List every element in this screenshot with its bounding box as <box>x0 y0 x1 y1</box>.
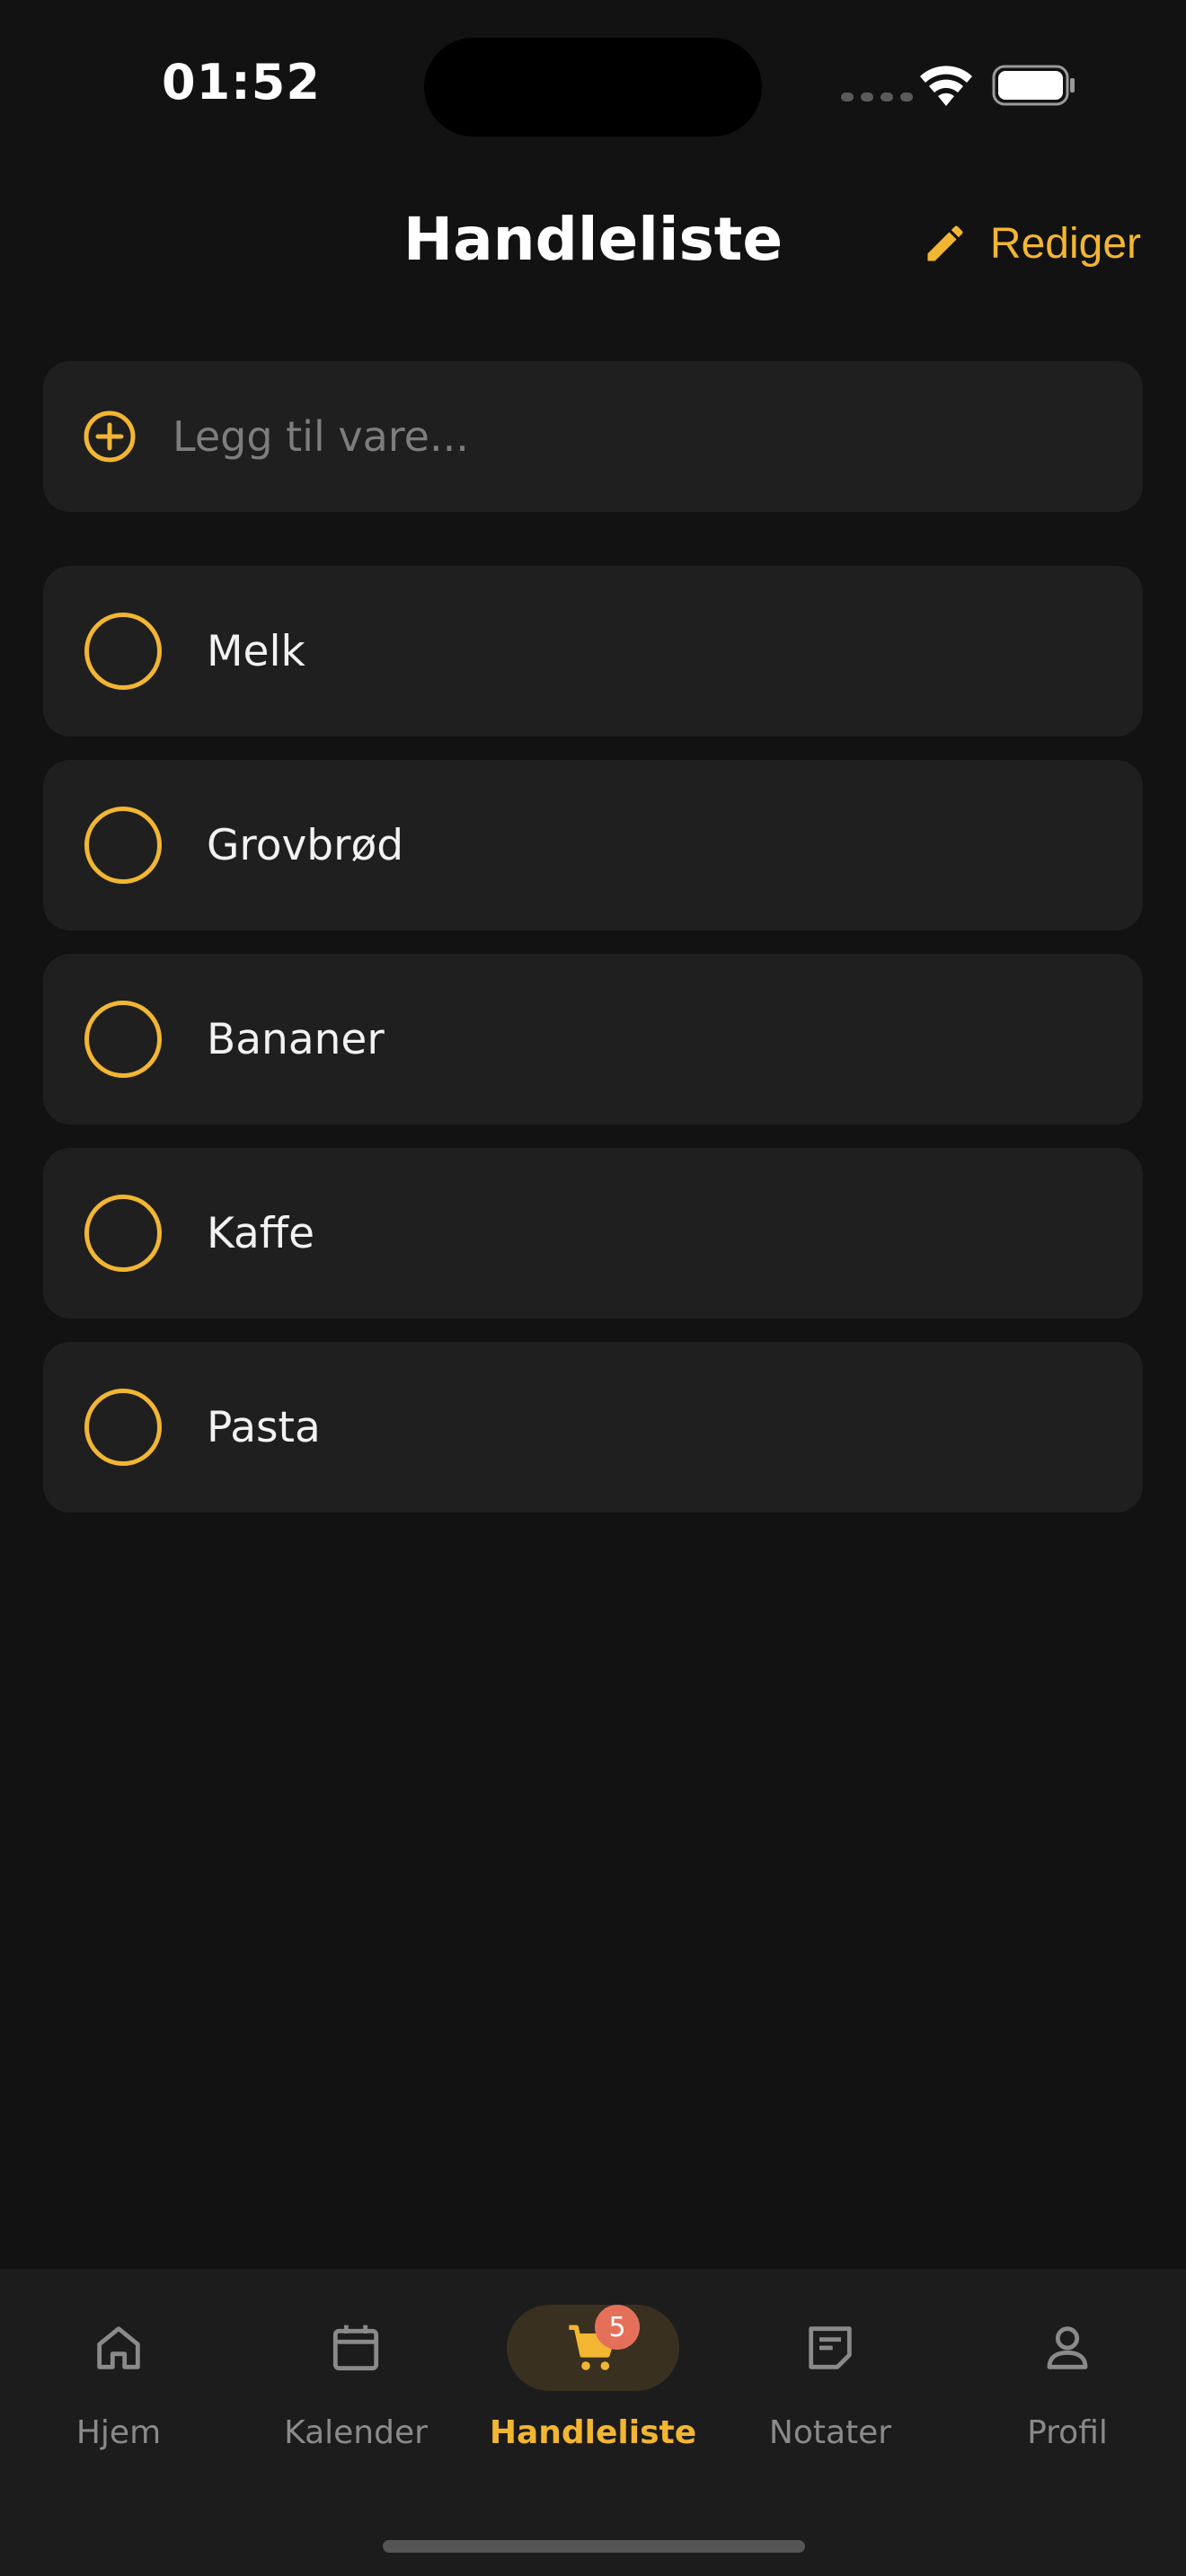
tab-label: Kalender <box>284 2414 428 2451</box>
list-item[interactable]: Melk <box>43 566 1143 737</box>
cart-count-badge: 5 <box>595 2305 640 2350</box>
note-icon <box>809 2326 852 2369</box>
list-item[interactable]: Pasta <box>43 1342 1143 1513</box>
tab-shopping-list[interactable]: 5 Handleliste <box>485 2305 701 2475</box>
tab-label: Profil <box>1027 2414 1108 2451</box>
tab-label: Notater <box>768 2414 892 2451</box>
edit-button[interactable]: Rediger <box>922 212 1141 275</box>
tab-profile[interactable]: Profil <box>960 2305 1175 2475</box>
checkbox-circle[interactable] <box>84 1195 162 1272</box>
status-time: 01:52 <box>162 54 321 110</box>
item-label: Bananer <box>207 1014 385 1064</box>
cellular-signal-icon <box>841 93 913 101</box>
shopping-list: Melk Grovbrød Bananer Kaffe Pasta <box>43 566 1143 1536</box>
tab-notes[interactable]: Notater <box>722 2305 938 2475</box>
checkbox-circle[interactable] <box>84 807 162 884</box>
checkbox-circle[interactable] <box>84 613 162 690</box>
list-item[interactable]: Bananer <box>43 954 1143 1125</box>
list-item[interactable]: Kaffe <box>43 1148 1143 1319</box>
edit-button-label: Rediger <box>989 219 1141 268</box>
wifi-icon <box>920 66 972 106</box>
pencil-icon <box>927 225 963 261</box>
checkbox-circle[interactable] <box>84 1001 162 1078</box>
tab-label: Hjem <box>75 2414 162 2451</box>
item-label: Grovbrød <box>207 820 404 870</box>
checkbox-circle[interactable] <box>84 1389 162 1466</box>
profile-icon <box>1047 2326 1088 2369</box>
calendar-icon <box>332 2325 379 2371</box>
home-indicator[interactable] <box>383 2540 805 2553</box>
tab-calendar[interactable]: Kalender <box>248 2305 464 2475</box>
add-item-field[interactable] <box>43 361 1143 512</box>
list-item[interactable]: Grovbrød <box>43 760 1143 931</box>
add-item-input[interactable] <box>173 412 1071 461</box>
home-icon <box>97 2326 140 2369</box>
item-label: Kaffe <box>207 1208 315 1258</box>
screen: 01:52 Handleliste Rediger Melk <box>0 0 1186 2576</box>
battery-icon <box>992 65 1075 106</box>
tab-bar: Hjem Kalender 5 Handleliste Notater Prof… <box>0 2269 1186 2576</box>
tab-home[interactable]: Hjem <box>11 2305 226 2475</box>
dynamic-island <box>424 38 762 137</box>
item-label: Melk <box>207 626 305 676</box>
tab-label: Handleliste <box>489 2414 697 2451</box>
item-label: Pasta <box>207 1402 321 1452</box>
add-circle-icon[interactable] <box>81 408 138 465</box>
